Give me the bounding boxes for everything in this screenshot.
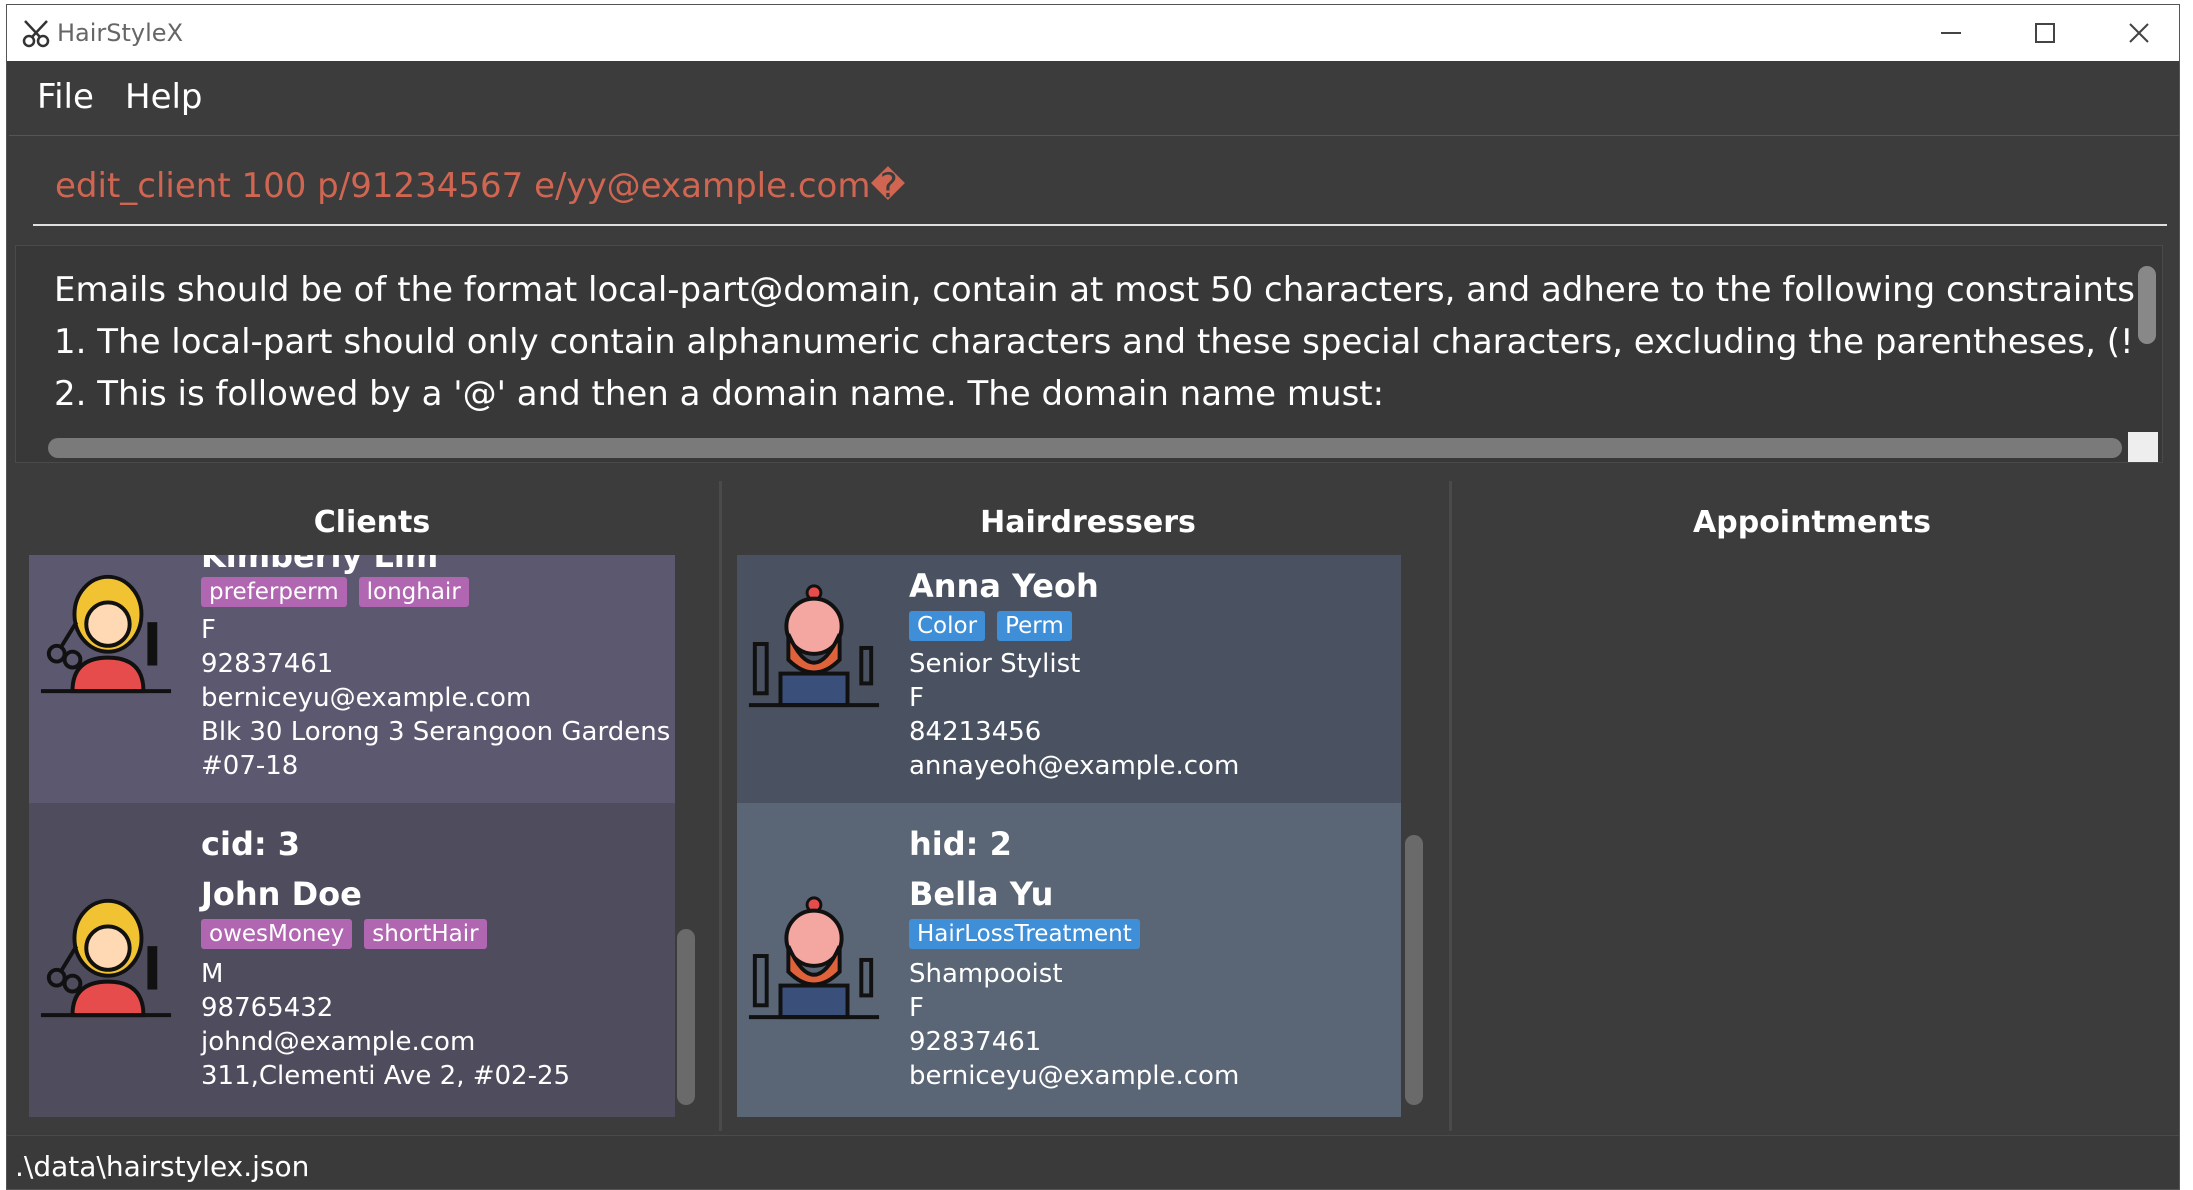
scroll-corner: [2128, 432, 2158, 462]
hairdressers-panel-title: Hairdressers: [980, 505, 1196, 540]
result-line: 2. This is followed by a '@' and then a …: [54, 374, 1385, 414]
client-name: John Doe: [201, 875, 362, 913]
hairdresser-list-scrollbar[interactable]: [1405, 835, 1423, 1105]
maximize-icon: [2035, 23, 2055, 43]
client-phone: 92837461: [201, 649, 334, 679]
client-email: johnd@example.com: [201, 1027, 476, 1057]
hairdresser-card[interactable]: Anna Yeoh Color Perm Senior Stylist F 84…: [737, 555, 1401, 803]
maximize-button[interactable]: [2001, 5, 2089, 61]
minimize-button[interactable]: [1907, 5, 1995, 61]
hairdresser-list: Anna Yeoh Color Perm Senior Stylist F 84…: [737, 555, 1401, 1117]
client-address: 311,Clementi Ave 2, #02-25: [201, 1061, 571, 1091]
client-phone: 98765432: [201, 993, 334, 1023]
result-display: Emails should be of the format local-par…: [15, 245, 2163, 463]
command-underline: [33, 224, 2167, 226]
clients-panel-title: Clients: [313, 505, 431, 540]
panel-divider: [719, 481, 722, 1131]
client-email: berniceyu@example.com: [201, 683, 532, 713]
client-tag: shortHair: [364, 919, 487, 949]
result-text[interactable]: Emails should be of the format local-par…: [54, 264, 2134, 424]
client-gender: M: [201, 959, 224, 989]
close-button[interactable]: [2095, 5, 2179, 61]
result-horizontal-scrollbar[interactable]: [48, 438, 2122, 458]
hairdresser-email: berniceyu@example.com: [909, 1061, 1240, 1091]
status-bar: .\data\hairstylex.json: [7, 1135, 2179, 1189]
hairdresser-tag: Perm: [997, 611, 1072, 641]
client-id: cid: 3: [201, 825, 301, 863]
app-window: HairStyleX File Help edit_client 100 p/9…: [6, 4, 2180, 1190]
hairdresser-female-avatar-icon: [40, 574, 172, 694]
result-line: Emails should be of the format local-par…: [54, 270, 2134, 310]
scissors-icon: [22, 20, 50, 48]
hairdresser-gender: F: [909, 993, 924, 1023]
hairdresser-phone: 84213456: [909, 717, 1042, 747]
client-gender: F: [201, 615, 216, 645]
result-line: 1. The local-part should only contain al…: [54, 322, 2134, 362]
hairdresser-name: Bella Yu: [909, 875, 1054, 913]
client-tags: preferperm longhair: [201, 577, 469, 607]
minimize-icon: [1941, 32, 1961, 34]
client-tag: owesMoney: [201, 919, 353, 949]
hairdresser-gender: F: [909, 683, 924, 713]
hairdresser-title: Shampooist: [909, 959, 1063, 989]
client-list-scrollbar[interactable]: [677, 929, 695, 1105]
hairdresser-name: Anna Yeoh: [909, 567, 1099, 605]
appointments-panel-title: Appointments: [1693, 505, 1931, 540]
title-bar: HairStyleX: [7, 5, 2179, 61]
menu-help[interactable]: Help: [125, 77, 203, 117]
close-icon: [2129, 23, 2149, 43]
hairdresser-male-avatar-icon: [748, 896, 880, 1020]
client-address: Blk 30 Lorong 3 Serangoon Gardens: [201, 717, 671, 747]
client-list: Kimberly Lim preferperm longhair F 92837…: [29, 555, 675, 1117]
window-title: HairStyleX: [57, 19, 184, 47]
client-tag: preferperm: [201, 577, 347, 607]
hairdresser-phone: 92837461: [909, 1027, 1042, 1057]
client-address-unit: #07-18: [201, 751, 299, 781]
hairdresser-title: Senior Stylist: [909, 649, 1081, 679]
command-input[interactable]: edit_client 100 p/91234567 e/yy@example.…: [55, 166, 905, 206]
hairdresser-tag: Color: [909, 611, 986, 641]
hairdresser-tags: Color Perm: [909, 611, 1072, 641]
panel-divider: [1449, 481, 1452, 1131]
client-card[interactable]: Kimberly Lim preferperm longhair F 92837…: [29, 555, 675, 803]
menu-file[interactable]: File: [37, 77, 94, 117]
hairdresser-card[interactable]: hid: 2 Bella Yu HairLossTreatment Shampo…: [737, 803, 1401, 1117]
client-tag: longhair: [358, 577, 469, 607]
hairdresser-email: annayeoh@example.com: [909, 751, 1240, 781]
hairdresser-male-avatar-icon: [748, 584, 880, 708]
result-vertical-scrollbar[interactable]: [2138, 266, 2156, 344]
menu-bar: File Help: [7, 61, 2179, 135]
client-card[interactable]: cid: 3 John Doe owesMoney shortHair M 98…: [29, 803, 675, 1117]
hairdresser-tags: HairLossTreatment: [909, 919, 1140, 949]
hairdresser-female-avatar-icon: [40, 898, 172, 1018]
client-name: Kimberly Lim: [201, 555, 439, 575]
hairdresser-id: hid: 2: [909, 825, 1012, 863]
save-file-path: .\data\hairstylex.json: [15, 1150, 310, 1183]
client-tags: owesMoney shortHair: [201, 919, 487, 949]
command-box: edit_client 100 p/91234567 e/yy@example.…: [9, 135, 2179, 239]
hairdresser-tag: HairLossTreatment: [909, 919, 1140, 949]
